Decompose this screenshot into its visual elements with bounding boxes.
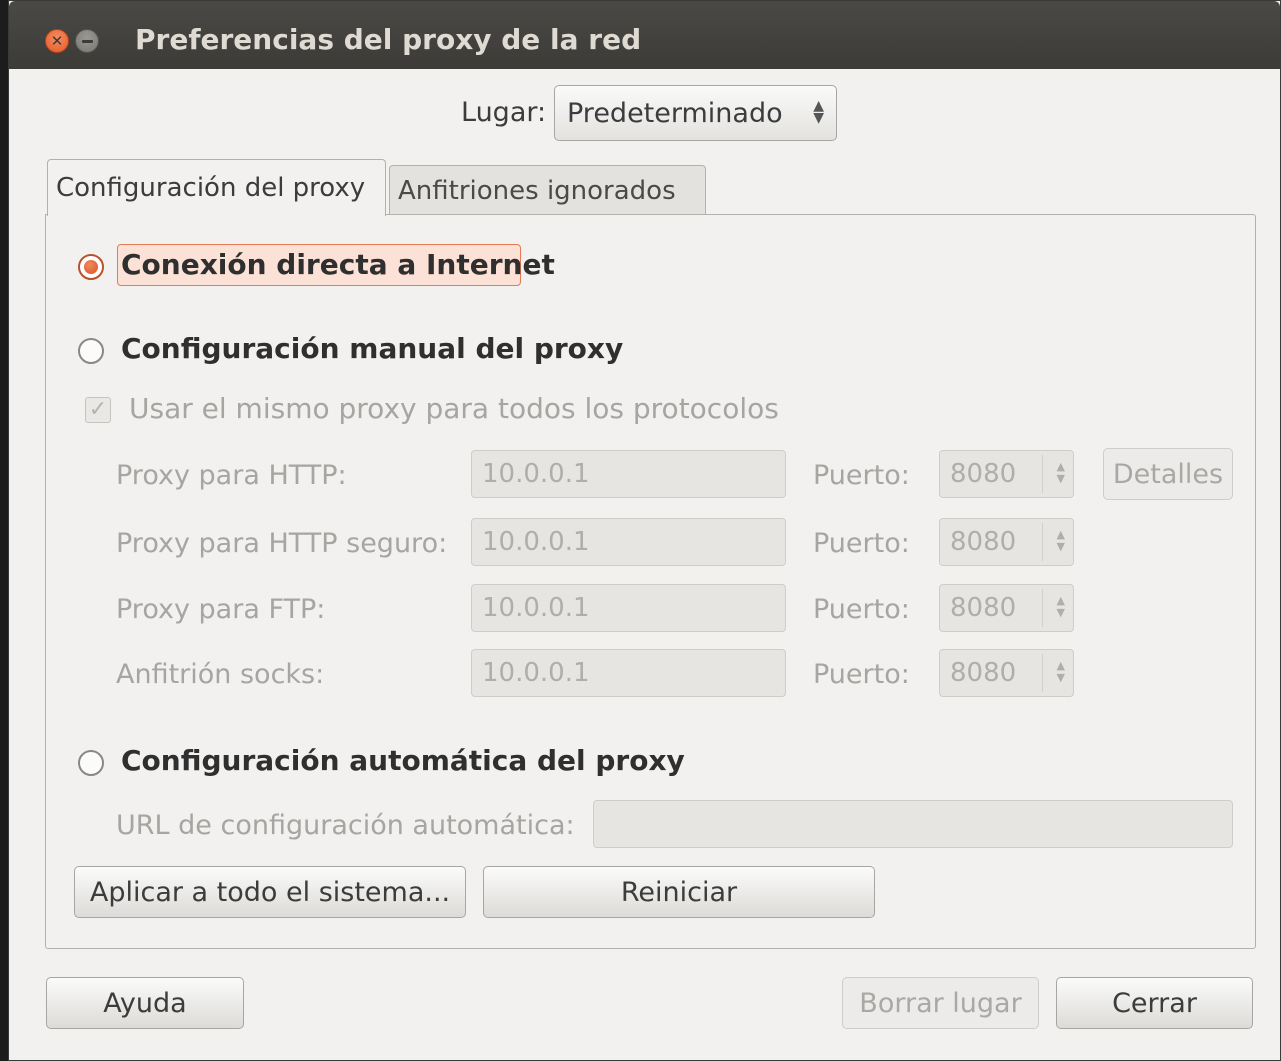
location-value: Predeterminado — [567, 97, 783, 129]
minimize-window-icon[interactable] — [75, 29, 99, 53]
http-port-spinner[interactable]: 8080 ▲ ▼ — [939, 450, 1074, 498]
https-port-spinner[interactable]: 8080 ▲ ▼ — [939, 518, 1074, 566]
socks-port-label: Puerto: — [813, 659, 910, 690]
https-port-value: 8080 — [950, 527, 1017, 557]
radio-auto[interactable] — [78, 750, 104, 776]
ftp-port-value: 8080 — [950, 593, 1017, 623]
apply-system-button[interactable]: Aplicar a todo el sistema... — [74, 866, 466, 918]
tab-ignored-hosts[interactable]: Anfitriones ignorados — [389, 165, 706, 215]
spinner-arrows-icon[interactable]: ▲ ▼ — [1057, 461, 1065, 485]
spinner-divider — [1042, 654, 1043, 692]
titlebar[interactable]: ✕ Preferencias del proxy de la red — [9, 1, 1280, 69]
socks-port-value: 8080 — [950, 658, 1017, 688]
close-window-icon[interactable]: ✕ — [45, 29, 69, 53]
socks-host-label: Anfitrión socks: — [116, 659, 325, 690]
https-proxy-input[interactable]: 10.0.0.1 — [471, 518, 786, 566]
window-title: Preferencias del proxy de la red — [135, 23, 642, 56]
help-button[interactable]: Ayuda — [46, 977, 244, 1029]
autoconfig-url-label: URL de configuración automática: — [116, 810, 575, 841]
http-proxy-input[interactable]: 10.0.0.1 — [471, 450, 786, 498]
radio-manual-label[interactable]: Configuración manual del proxy — [121, 332, 623, 365]
radio-auto-label[interactable]: Configuración automática del proxy — [121, 744, 685, 777]
spinner-divider — [1042, 455, 1043, 493]
spinner-arrows-icon[interactable]: ▲ ▼ — [1057, 595, 1065, 619]
ftp-proxy-input[interactable]: 10.0.0.1 — [471, 584, 786, 632]
http-proxy-label: Proxy para HTTP: — [116, 460, 347, 491]
close-button[interactable]: Cerrar — [1056, 977, 1253, 1029]
same-proxy-label: Usar el mismo proxy para todos los proto… — [129, 392, 779, 425]
location-label: Lugar: — [461, 97, 547, 128]
socks-host-input[interactable]: 10.0.0.1 — [471, 649, 786, 697]
reset-button[interactable]: Reiniciar — [483, 866, 875, 918]
same-proxy-checkbox[interactable]: ✓ — [85, 397, 111, 423]
location-combo[interactable]: Predeterminado ▲ ▼ — [554, 85, 837, 141]
radio-manual[interactable] — [78, 338, 104, 364]
proxy-preferences-window: ✕ Preferencias del proxy de la red Lugar… — [8, 0, 1281, 1061]
tab-proxy-config[interactable]: Configuración del proxy — [47, 159, 386, 216]
autoconfig-url-input[interactable] — [593, 800, 1233, 848]
spinner-divider — [1042, 523, 1043, 561]
spinner-arrows-icon[interactable]: ▲ ▼ — [1057, 529, 1065, 553]
ftp-port-label: Puerto: — [813, 594, 910, 625]
http-port-value: 8080 — [950, 459, 1017, 489]
combo-arrows-icon: ▲ ▼ — [813, 98, 824, 126]
delete-location-button[interactable]: Borrar lugar — [842, 977, 1039, 1029]
http-port-label: Puerto: — [813, 460, 910, 491]
https-port-label: Puerto: — [813, 528, 910, 559]
radio-direct[interactable] — [78, 254, 104, 280]
details-button[interactable]: Detalles — [1103, 448, 1233, 500]
ftp-port-spinner[interactable]: 8080 ▲ ▼ — [939, 584, 1074, 632]
spinner-divider — [1042, 589, 1043, 627]
spinner-arrows-icon[interactable]: ▲ ▼ — [1057, 660, 1065, 684]
radio-direct-label[interactable]: Conexión directa a Internet — [121, 248, 555, 281]
https-proxy-label: Proxy para HTTP seguro: — [116, 528, 448, 559]
socks-port-spinner[interactable]: 8080 ▲ ▼ — [939, 649, 1074, 697]
ftp-proxy-label: Proxy para FTP: — [116, 594, 326, 625]
